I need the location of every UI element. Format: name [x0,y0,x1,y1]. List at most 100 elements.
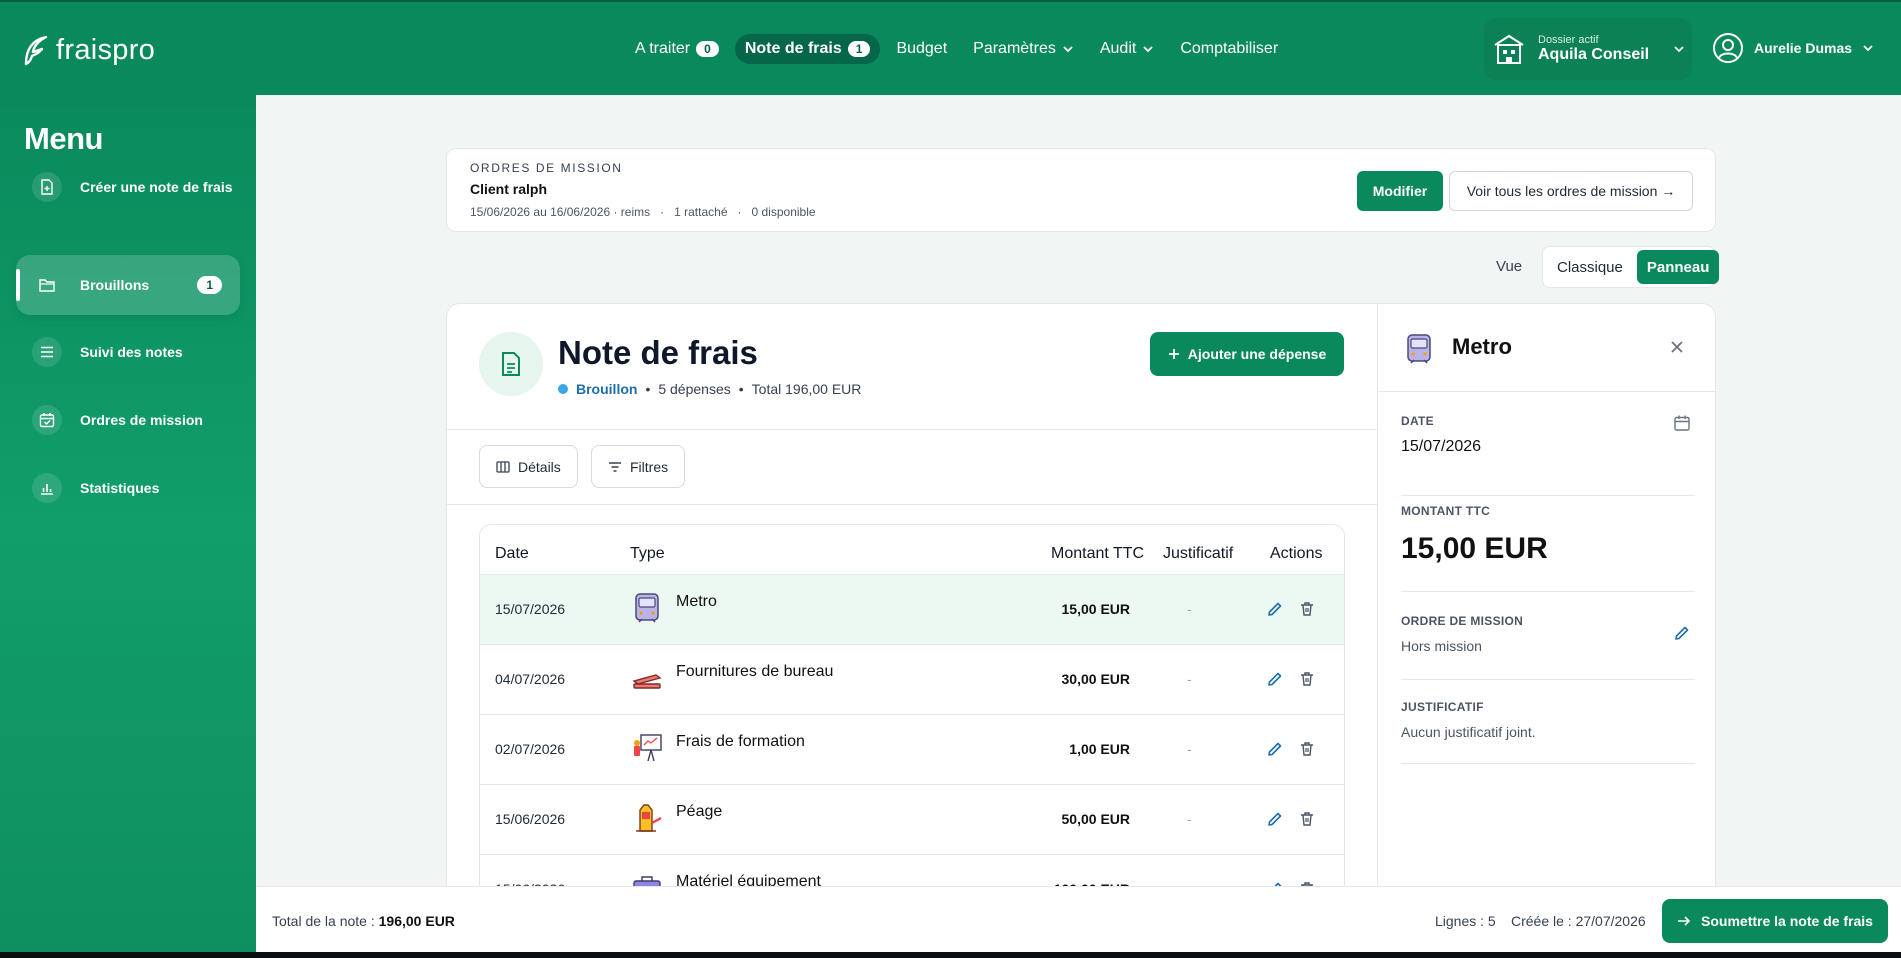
list-icon [32,337,62,367]
details-label: Détails [518,458,561,475]
table-row[interactable]: 02/07/2026 Frais de formation 1,00 EUR - [480,714,1344,784]
mission-label: ORDRE DE MISSION [1401,614,1524,628]
nav-label: A traiter [635,40,691,57]
dossier-label: Dossier actif [1538,34,1599,46]
filter-icon [609,461,621,472]
column-header-actions: Actions [1270,545,1323,562]
column-header-justificatif[interactable]: Justificatif [1163,545,1233,563]
row-justificatif: - [1187,741,1192,757]
add-expense-button[interactable]: Ajouter une dépense [1150,332,1344,376]
row-justificatif: - [1187,811,1192,827]
page-title: Note de frais [558,334,758,371]
user-avatar-icon [1713,33,1743,63]
table-row[interactable]: 15/07/2026 Metro 15,00 EUR - [480,574,1344,644]
justif-label: JUSTIFICATIF [1401,700,1484,714]
column-header-date[interactable]: Date [495,545,529,563]
amount-label: MONTANT TTC [1401,504,1491,518]
view-option-panneau[interactable]: Panneau [1636,250,1720,284]
logo[interactable]: fraispro [16,32,155,68]
edit-icon[interactable] [1266,740,1284,758]
column-header-type[interactable]: Type [630,545,665,563]
sidebar-item-label: Statistiques [80,480,160,496]
row-date: 15/07/2026 [495,601,566,617]
row-date: 15/06/2026 [495,811,566,827]
date-label: DATE [1401,414,1434,428]
trash-icon[interactable] [1298,740,1316,758]
nav-comptabiliser[interactable]: Comptabiliser [1170,34,1288,64]
view-label: Vue [1496,258,1523,275]
sidebar-item-label: Suivi des notes [80,344,183,360]
detail-justificatif-section: JUSTIFICATIF Aucun justificatif joint. [1401,700,1695,764]
amount-value: 15,00 EUR [1401,532,1548,565]
row-amount: 50,00 EUR [1061,811,1130,827]
modify-mission-button[interactable]: Modifier [1357,171,1443,211]
nav-budget[interactable]: Budget [886,34,957,64]
table-row[interactable]: 15/06/2026 Péage 50,00 EUR - [480,784,1344,854]
file-plus-icon [32,172,62,202]
submit-note-button[interactable]: Soumettre la note de frais [1662,899,1888,943]
nav-label: Comptabiliser [1180,40,1279,57]
filters-button[interactable]: Filtres [591,445,686,488]
nav-parametres[interactable]: Paramètres [963,34,1084,64]
expense-count: 5 dépenses [658,381,731,397]
stapler-icon [632,674,662,689]
sidebar-item-brouillons[interactable]: Brouillons 1 [16,255,240,315]
view-option-classique[interactable]: Classique [1547,250,1633,284]
metro-icon [1407,334,1431,364]
sidebar-item-label: Créer une note de frais [80,179,233,195]
footer-total-label: Total de la note : [272,913,379,929]
nav-audit[interactable]: Audit [1090,34,1164,64]
row-type: Péage [676,803,723,820]
view-all-missions-button[interactable]: Voir tous les ordres de mission → [1449,171,1693,211]
column-header-amount[interactable]: Montant TTC [1051,545,1144,563]
trash-icon[interactable] [1298,810,1316,828]
divider [447,429,1377,430]
sidebar-item-creer-note[interactable]: Créer une note de frais [16,157,240,217]
trash-icon[interactable] [1298,670,1316,688]
bottom-strip [0,952,1901,958]
close-icon[interactable] [1668,338,1686,356]
trash-icon[interactable] [1298,600,1316,618]
footer-total: Total de la note : 196,00 EUR [272,913,455,929]
mission-value: Hors mission [1401,638,1482,654]
edit-icon[interactable] [1266,600,1284,618]
arrow-right-icon [1678,916,1691,926]
status-badge: Brouillon [576,381,638,397]
submit-label: Soumettre la note de frais [1701,913,1873,929]
mission-section-label: ORDRES DE MISSION [470,161,623,175]
filters-label: Filtres [630,458,669,475]
plus-icon [1168,349,1179,359]
columns-icon [496,460,510,473]
dossier-name: Aquila Conseil [1538,46,1650,63]
sidebar: Menu Créer une note de frais Brouillons … [0,95,256,958]
sidebar-item-ordres-mission[interactable]: Ordres de mission [16,390,240,450]
note-total: Total 196,00 EUR [751,381,862,397]
calendar-icon[interactable] [1673,414,1691,432]
nav-note-de-frais[interactable]: Note de frais 1 [734,34,881,64]
nav-label: Budget [896,40,948,57]
active-dossier-selector[interactable]: Dossier actif Aquila Conseil [1484,18,1692,80]
nav-a-traiter[interactable]: A traiter 0 [625,34,729,64]
logo-mark-icon [24,35,48,66]
edit-icon[interactable] [1673,624,1691,642]
expense-report-panel: Note de frais Brouillon • 5 dépenses • T… [446,303,1716,933]
nav-label: Note de frais [744,40,842,57]
footer-created: Créée le : 27/07/2026 [1511,913,1646,929]
edit-icon[interactable] [1266,810,1284,828]
mission-meta: 15/06/2026 au 16/06/2026 · reims · 1 rat… [470,205,816,219]
sidebar-item-statistiques[interactable]: Statistiques [16,458,240,518]
separator-dot: • [645,381,651,397]
edit-icon[interactable] [1266,670,1284,688]
presentation-icon [634,734,662,762]
footer-bar: Total de la note : 196,00 EUR Lignes : 5… [256,886,1901,952]
table-row[interactable]: 04/07/2026 Fournitures de bureau 30,00 E… [480,644,1344,714]
sidebar-item-suivi-notes[interactable]: Suivi des notes [16,322,240,382]
row-date: 04/07/2026 [495,671,566,687]
row-type: Metro [676,593,717,610]
brand-name: fraispro [56,33,156,66]
row-justificatif: - [1187,601,1192,617]
details-button[interactable]: Détails [479,445,578,488]
row-amount: 30,00 EUR [1061,671,1130,687]
user-menu[interactable]: Aurelie Dumas [1712,32,1874,64]
user-name: Aurelie Dumas [1754,40,1853,56]
